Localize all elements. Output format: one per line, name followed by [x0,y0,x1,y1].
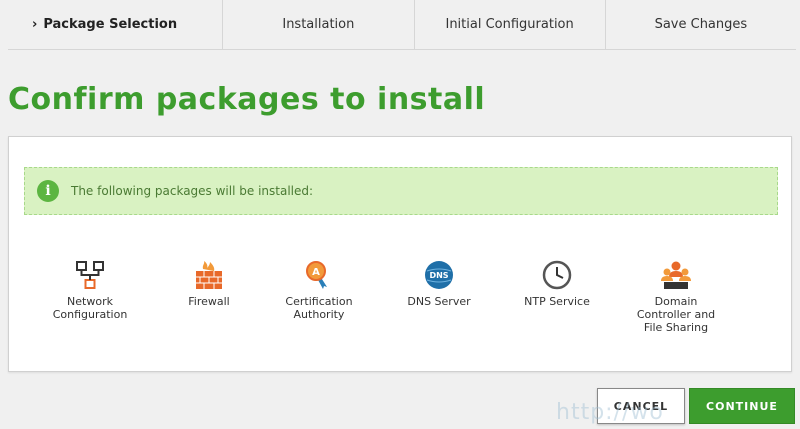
package-certification-authority: A Certification Authority [264,259,374,321]
continue-button[interactable]: CONTINUE [689,388,795,424]
package-ntp-service: NTP Service [502,259,612,308]
step-label: Save Changes [654,17,748,32]
package-label: Domain Controller and File Sharing [636,295,716,334]
package-label: Certification Authority [285,295,353,321]
package-network-configuration: Network Configuration [35,259,145,321]
step-label: Initial Configuration [445,17,574,32]
svg-text:A: A [312,267,320,278]
step-label: Package Selection [43,17,178,32]
network-icon [76,261,104,289]
step-installation[interactable]: Installation [223,0,415,50]
package-dns-server: DNS DNS Server [384,259,494,308]
users-icon [661,261,691,289]
wizard-steps: › Package Selection Installation Initial… [8,0,796,50]
package-firewall: Firewall [154,259,264,308]
firewall-icon [196,261,222,289]
info-banner: i The following packages will be install… [24,167,778,215]
step-package-selection[interactable]: › Package Selection [8,0,224,50]
package-list: Network Configuration Firewall A Certifi… [9,259,791,349]
chevron-right-icon: › [32,17,38,32]
package-domain-controller: Domain Controller and File Sharing [621,259,731,334]
certificate-icon: A [306,261,327,289]
watermark: http://wo [556,400,664,425]
step-initial-configuration[interactable]: Initial Configuration [414,0,606,50]
info-icon: i [37,180,59,202]
step-label: Installation [282,17,355,32]
packages-panel: i The following packages will be install… [8,136,792,372]
dns-icon: DNS [425,261,453,289]
svg-text:DNS: DNS [429,271,448,280]
package-label: DNS Server [407,295,471,308]
step-save-changes[interactable]: Save Changes [605,0,796,50]
info-text: The following packages will be installed… [71,184,314,198]
package-label: NTP Service [524,295,590,308]
clock-icon [542,260,572,290]
package-label: Network Configuration [52,295,128,321]
package-label: Firewall [188,295,230,308]
page-title: Confirm packages to install [8,82,486,117]
